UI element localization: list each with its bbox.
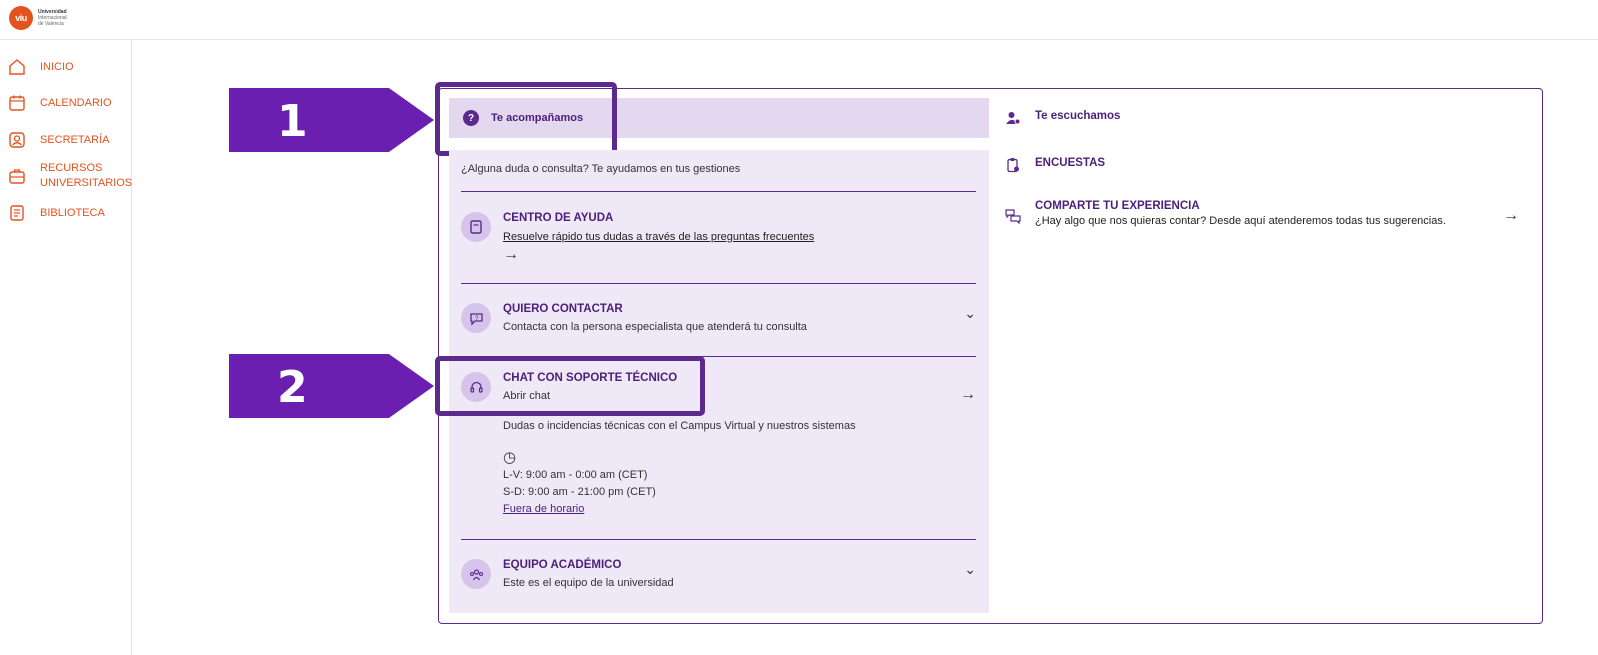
clipboard-icon — [1005, 157, 1021, 173]
hours-weekend: S-D: 9:00 am - 21:00 pm (CET) — [503, 486, 656, 498]
sidebar-item-inicio[interactable]: INICIO — [8, 58, 74, 76]
sidebar-item-secretaria[interactable]: SECRETARÍA — [8, 131, 109, 149]
chat-bubbles-icon — [1005, 208, 1021, 224]
sidebar-item-label: CALENDARIO — [40, 96, 112, 109]
step-1-annotation: 1 — [229, 88, 434, 152]
highlight-box-1 — [435, 82, 617, 156]
help-center-title: CENTRO DE AYUDA — [503, 212, 614, 224]
share-experience-subtitle: ¿Hay algo que nos quieras contar? Desde … — [1035, 215, 1446, 227]
sidebar-item-label: INICIO — [40, 60, 74, 73]
sidebar-item-recursos[interactable]: RECURSOS UNIVERSITARIOS — [8, 161, 133, 191]
top-bar: viu Universidad Internacional de Valenci… — [0, 0, 1598, 40]
sidebar-item-label: SECRETARÍA — [40, 133, 110, 146]
academic-team-title: EQUIPO ACADÉMICO — [503, 559, 622, 571]
faq-link[interactable]: Resuelve rápido tus dudas a través de la… — [503, 231, 814, 243]
chat-question-icon: ? — [461, 303, 491, 333]
hours-weekdays: L-V: 9:00 am - 0:00 am (CET) — [503, 469, 648, 481]
tab-te-escuchamos[interactable]: Te escuchamos — [1005, 110, 1120, 126]
share-experience-item[interactable]: COMPARTE TU EXPERIENCIA ¿Hay algo que no… — [1005, 200, 1525, 227]
tech-support-description: Dudas o incidencias técnicas con el Camp… — [503, 420, 856, 432]
briefcase-icon — [8, 167, 26, 185]
logo-line-3: de Valencia — [38, 21, 64, 27]
user-badge-icon — [8, 131, 26, 149]
step-2-number: 2 — [277, 362, 308, 413]
chevron-down-icon[interactable]: ⌄ — [964, 561, 976, 578]
tab-label: Te escuchamos — [1035, 110, 1121, 122]
surveys-title: ENCUESTAS — [1035, 157, 1106, 169]
sidebar: INICIO CALENDARIO SECRETARÍA RECURSOS UN… — [0, 40, 132, 655]
calendar-icon — [8, 94, 26, 112]
contact-title: QUIERO CONTACTAR — [503, 303, 623, 315]
logo-text: Universidad Internacional de Valencia — [38, 9, 67, 27]
share-experience-title: COMPARTE TU EXPERIENCIA — [1035, 200, 1200, 212]
share-arrow-icon[interactable]: → — [1503, 207, 1519, 225]
academic-team-section[interactable]: EQUIPO ACADÉMICO Este es el equipo de la… — [461, 559, 976, 599]
user-feedback-icon — [1005, 110, 1021, 126]
step-1-number: 1 — [277, 96, 308, 147]
divider — [461, 283, 976, 284]
book-icon — [8, 204, 26, 222]
contact-section[interactable]: ? QUIERO CONTACTAR Contacta con la perso… — [461, 303, 976, 343]
surveys-item[interactable]: ENCUESTAS — [1005, 157, 1105, 173]
academic-team-subtitle: Este es el equipo de la universidad — [503, 577, 674, 589]
help-center-section: CENTRO DE AYUDA Resuelve rápido tus duda… — [461, 212, 976, 272]
sidebar-item-label: BIBLIOTECA — [40, 206, 105, 219]
divider — [461, 191, 976, 192]
divider — [461, 539, 976, 540]
intro-text: ¿Alguna duda o consulta? Te ayudamos en … — [461, 163, 741, 175]
step-2-annotation: 2 — [229, 354, 434, 418]
logo-mark: viu — [9, 6, 33, 30]
university-logo[interactable]: viu Universidad Internacional de Valenci… — [9, 6, 67, 30]
help-book-icon — [461, 212, 491, 242]
highlight-box-2 — [435, 356, 705, 416]
sidebar-item-label: RECURSOS UNIVERSITARIOS — [40, 162, 133, 189]
team-icon — [461, 559, 491, 589]
chevron-down-icon[interactable]: ⌄ — [964, 305, 976, 322]
sidebar-item-biblioteca[interactable]: BIBLIOTECA — [8, 204, 105, 222]
home-icon — [8, 58, 26, 76]
contact-subtitle: Contacta con la persona especialista que… — [503, 321, 807, 333]
open-chat-arrow-icon[interactable]: → — [960, 386, 976, 404]
clock-icon: ◷ — [503, 449, 517, 466]
sidebar-item-calendario[interactable]: CALENDARIO — [8, 94, 112, 112]
after-hours-link[interactable]: Fuera de horario — [503, 503, 584, 515]
share-experience-text: COMPARTE TU EXPERIENCIA ¿Hay algo que no… — [1035, 200, 1446, 227]
help-arrow-icon[interactable]: → — [503, 246, 519, 264]
